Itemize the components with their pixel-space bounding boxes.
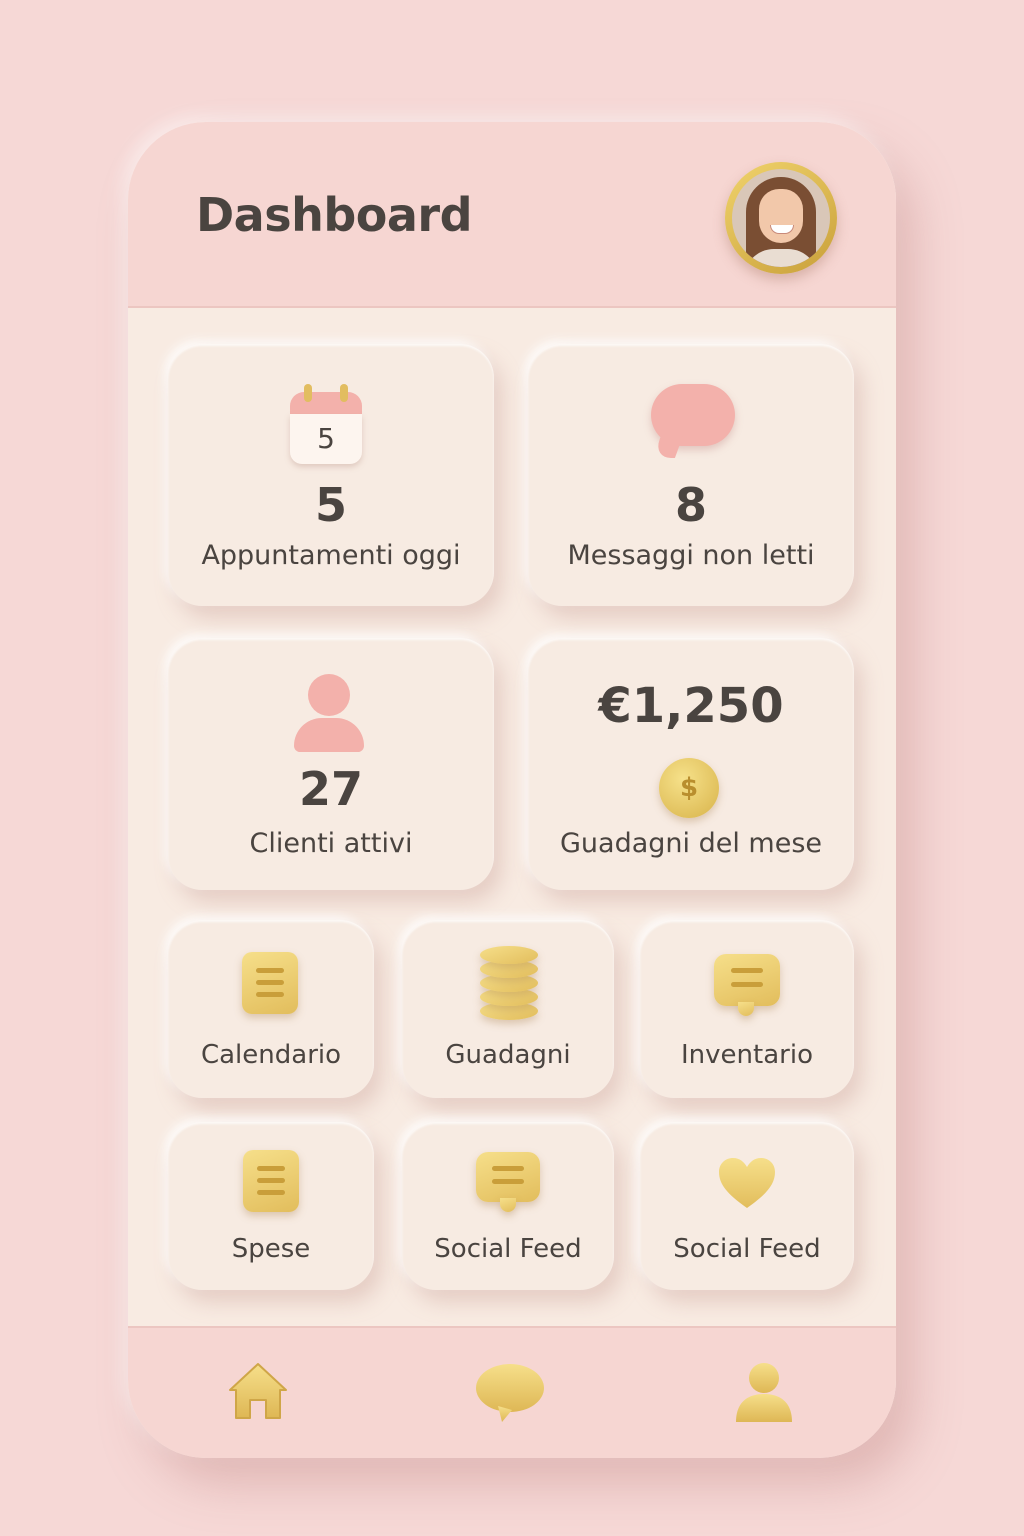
coin-icon: $ [659,758,719,818]
profile-icon[interactable] [728,1356,800,1428]
avatar[interactable] [725,162,837,274]
tile-label: Social Feed [434,1234,582,1264]
heart-icon [719,1158,775,1208]
stat-card-clients[interactable]: 27 Clienti attivi [168,638,494,890]
stat-value: €1,250 [598,678,784,734]
tile-label: Spese [231,1234,311,1264]
coin-stack-icon [480,946,538,1020]
message-icon [714,954,780,1006]
dashboard-content: 5 5 Appuntamenti oggi 8 Messaggi non let… [128,308,896,1326]
stat-label: Clienti attivi [249,828,413,859]
page-title: Dashboard [196,188,473,242]
stat-card-earnings[interactable]: €1,250 $ Guadagni del mese [528,638,854,890]
phone-frame: Dashboard 5 5 Appuntamenti oggi 8 Messag… [128,122,896,1458]
stat-label: Messaggi non letti [567,540,815,571]
tile-guadagni[interactable]: Guadagni [402,920,614,1098]
header-bar: Dashboard [128,122,896,308]
tile-calendario[interactable]: Calendario [168,920,374,1098]
tile-label: Inventario [681,1040,813,1070]
stat-card-messages[interactable]: 8 Messaggi non letti [528,344,854,606]
bottom-nav [128,1326,896,1458]
stat-label: Appuntamenti oggi [201,540,461,571]
stat-label: Guadagni del mese [559,828,823,859]
tile-spese[interactable]: Spese [168,1122,374,1290]
message-icon [476,1152,540,1202]
document-icon [243,1150,299,1212]
stat-value: 5 [314,478,347,532]
stat-card-appointments[interactable]: 5 5 Appuntamenti oggi [168,344,494,606]
document-icon [242,952,298,1014]
person-icon-body [294,718,364,752]
tile-social-feed-2[interactable]: Social Feed [640,1122,854,1290]
person-icon [308,674,350,716]
tile-inventario[interactable]: Inventario [640,920,854,1098]
chat-icon[interactable] [474,1356,546,1428]
home-icon[interactable] [222,1356,294,1428]
avatar-photo [732,169,830,267]
tile-label: Social Feed [673,1234,821,1264]
tile-label: Guadagni [445,1040,571,1070]
stat-value: 27 [298,762,363,816]
tile-label: Calendario [200,1040,342,1070]
tile-social-feed-1[interactable]: Social Feed [402,1122,614,1290]
calendar-icon: 5 [290,384,362,464]
stat-value: 8 [674,478,707,532]
